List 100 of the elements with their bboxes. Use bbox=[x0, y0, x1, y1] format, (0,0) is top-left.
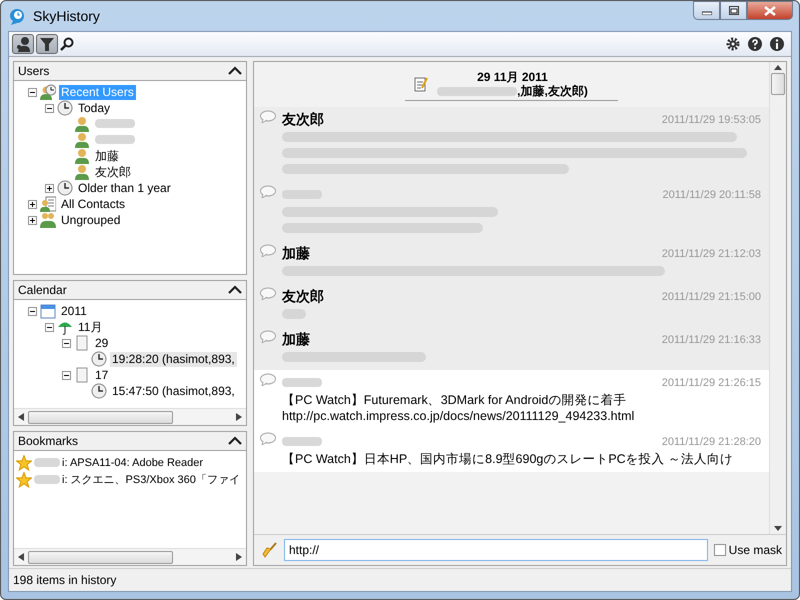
panel-title: Users bbox=[18, 64, 50, 78]
filter-input-field[interactable]: http:// bbox=[284, 539, 708, 561]
status-text: 198 items in history bbox=[13, 573, 116, 587]
speech-bubble-icon bbox=[260, 185, 276, 198]
scroll-left-arrow-icon[interactable] bbox=[18, 413, 24, 421]
redacted-text bbox=[95, 118, 135, 128]
message-text: http://pc.watch.impress.co.jp/docs/news/20111129_494233.html bbox=[282, 408, 636, 424]
collapse-toggle[interactable] bbox=[62, 338, 71, 348]
clock-icon bbox=[91, 383, 107, 399]
redacted-text bbox=[282, 437, 322, 446]
speech-bubble-icon bbox=[260, 110, 276, 123]
collapse-toggle[interactable] bbox=[45, 322, 54, 332]
tree-item-label[interactable]: 加藤 bbox=[93, 148, 121, 164]
message-time: 2011/11/29 21:28:20 bbox=[662, 436, 761, 448]
use-mask-checkbox[interactable]: Use mask bbox=[714, 543, 782, 557]
scroll-down-arrow-icon[interactable] bbox=[774, 526, 782, 531]
collapse-toggle[interactable] bbox=[62, 370, 71, 380]
scroll-thumb[interactable] bbox=[771, 73, 785, 95]
page-icon bbox=[74, 367, 90, 383]
tree-item-label[interactable]: All Contacts bbox=[59, 196, 128, 212]
horizontal-scrollbar[interactable] bbox=[14, 408, 246, 425]
message-sender: 友次郎 bbox=[282, 288, 324, 306]
redacted-text bbox=[34, 475, 60, 484]
users-toggle-button[interactable] bbox=[12, 34, 34, 54]
maximize-button[interactable] bbox=[720, 1, 747, 20]
users-clock-icon bbox=[40, 84, 56, 100]
contacts-list-icon bbox=[40, 196, 56, 212]
tree-item-label[interactable]: 2011 bbox=[59, 304, 89, 318]
scroll-thumb[interactable] bbox=[28, 410, 173, 424]
filter-toggle-button[interactable] bbox=[36, 34, 58, 54]
clock-icon bbox=[57, 100, 73, 116]
settings-icon[interactable] bbox=[726, 37, 740, 51]
redacted-text bbox=[282, 378, 322, 387]
message-text: 【PC Watch】Futuremark、3DMark for Androidの開発に着手 bbox=[282, 392, 628, 408]
vertical-scrollbar[interactable] bbox=[769, 62, 786, 534]
speech-bubble-icon bbox=[260, 244, 276, 257]
star-icon bbox=[16, 454, 32, 470]
help-icon[interactable] bbox=[748, 37, 762, 51]
user-icon bbox=[74, 148, 90, 164]
app-logo-icon bbox=[7, 6, 27, 26]
expand-toggle[interactable] bbox=[45, 184, 54, 192]
info-icon[interactable] bbox=[770, 37, 784, 51]
user-group-icon bbox=[40, 212, 56, 228]
message-time: 2011/11/29 21:12:03 bbox=[662, 248, 761, 260]
minimize-button[interactable] bbox=[693, 1, 720, 20]
conversation-participants: ,加藤,友次郎) bbox=[517, 84, 588, 98]
star-icon bbox=[16, 472, 32, 488]
scroll-up-arrow-icon[interactable] bbox=[774, 65, 782, 70]
speech-bubble-icon bbox=[260, 373, 276, 386]
expand-toggle[interactable] bbox=[28, 200, 37, 208]
message-time: 2011/11/29 20:11:58 bbox=[662, 188, 761, 200]
user-icon bbox=[74, 116, 90, 132]
clock-icon bbox=[57, 180, 73, 196]
message-time: 2011/11/29 21:15:00 bbox=[662, 290, 761, 302]
user-icon bbox=[74, 132, 90, 148]
search-icon[interactable] bbox=[60, 37, 74, 51]
message-sender: 友次郎 bbox=[282, 110, 324, 128]
tree-item-label[interactable]: Ungrouped bbox=[59, 212, 122, 228]
message-text: 【PC Watch】日本HP、国内市場に8.9型690gのスレートPCを投入 ～法人向け bbox=[282, 451, 734, 467]
user-icon bbox=[74, 164, 90, 180]
horizontal-scrollbar[interactable] bbox=[14, 548, 246, 565]
panel-title: Calendar bbox=[18, 283, 67, 297]
bookmark-text[interactable]: i: APSA11-04: Adobe Reader bbox=[62, 456, 204, 468]
tree-item-label[interactable]: Older than 1 year bbox=[76, 180, 173, 196]
message-time: 2011/11/29 21:16:33 bbox=[662, 334, 761, 346]
broom-icon[interactable] bbox=[262, 542, 278, 558]
tree-item-label[interactable]: 11月 bbox=[76, 320, 104, 334]
collapse-chevron-icon[interactable] bbox=[228, 285, 242, 295]
message-sender: 加藤 bbox=[282, 244, 310, 262]
user-icon bbox=[15, 36, 31, 52]
scroll-thumb[interactable] bbox=[28, 550, 173, 564]
collapse-chevron-icon[interactable] bbox=[228, 66, 242, 76]
close-button[interactable] bbox=[747, 1, 793, 20]
message-time: 2011/11/29 21:26:15 bbox=[662, 376, 761, 388]
tree-item-label[interactable]: Today bbox=[76, 100, 112, 116]
close-icon bbox=[764, 6, 776, 16]
clock-icon bbox=[91, 351, 107, 367]
message-time: 2011/11/29 19:53:05 bbox=[662, 114, 761, 126]
conversation-date: 29 11月 2011 bbox=[477, 70, 548, 84]
notepad-pencil-icon bbox=[413, 76, 430, 92]
bookmark-text[interactable]: i: スクエニ、PS3/Xbox 360「ファイ bbox=[62, 472, 240, 487]
collapse-toggle[interactable] bbox=[28, 306, 37, 316]
page-icon bbox=[74, 335, 90, 351]
expand-toggle[interactable] bbox=[28, 216, 37, 224]
scroll-right-arrow-icon[interactable] bbox=[236, 553, 242, 561]
filter-icon bbox=[39, 36, 55, 52]
collapse-toggle[interactable] bbox=[45, 104, 54, 112]
tree-item-label[interactable]: 15:47:50 (hasimot,893, bbox=[110, 384, 237, 398]
panel-title: Bookmarks bbox=[18, 434, 78, 448]
redacted-text bbox=[95, 134, 135, 144]
collapse-toggle[interactable] bbox=[28, 88, 37, 96]
calendar-icon bbox=[40, 303, 56, 319]
tree-item-label[interactable]: 29 bbox=[93, 336, 110, 350]
scroll-left-arrow-icon[interactable] bbox=[18, 553, 24, 561]
tree-item-label[interactable]: 友次郎 bbox=[93, 164, 133, 180]
tree-item-label[interactable]: 17 bbox=[93, 368, 110, 382]
tree-item-label[interactable]: 19:28:20 (hasimot,893, bbox=[110, 352, 237, 366]
speech-bubble-icon bbox=[260, 330, 276, 343]
scroll-right-arrow-icon[interactable] bbox=[236, 413, 242, 421]
collapse-chevron-icon[interactable] bbox=[228, 436, 242, 446]
